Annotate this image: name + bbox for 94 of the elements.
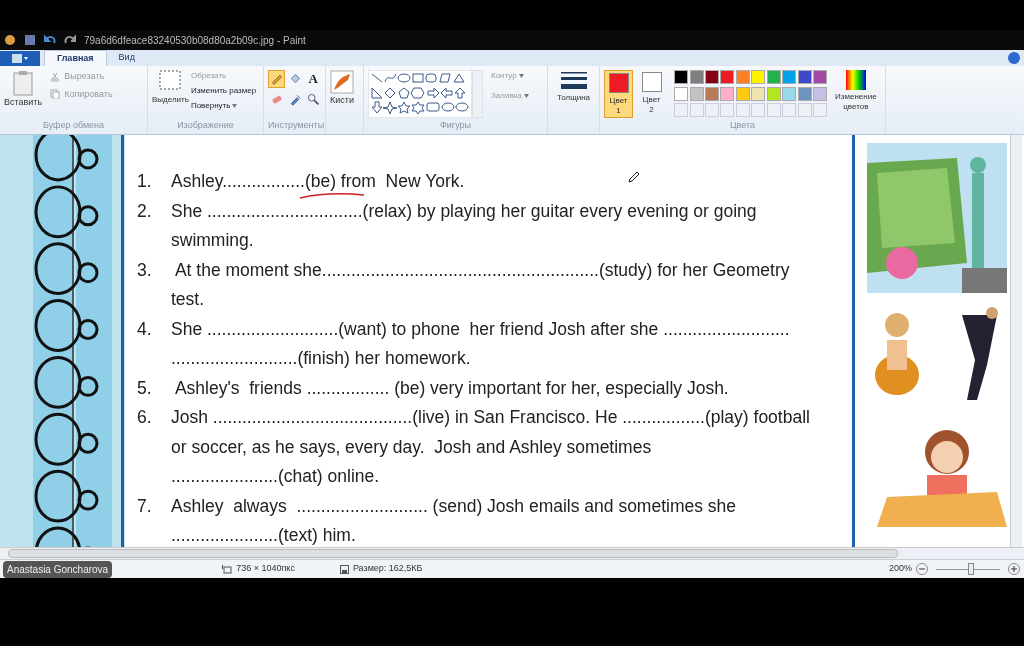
item-number: 4. — [137, 318, 153, 339]
caret-icon — [232, 104, 238, 108]
color-spectrum-icon — [845, 70, 866, 90]
clipboard-icon — [13, 70, 34, 96]
file-menu-button[interactable] — [0, 51, 40, 66]
palette-swatch[interactable] — [751, 86, 766, 101]
copy-icon — [50, 89, 61, 100]
palette-swatch[interactable] — [705, 70, 719, 84]
exercise-line: ......................(text) him. — [171, 525, 356, 545]
save-icon[interactable] — [24, 34, 36, 46]
canvas-size-icon — [222, 564, 233, 574]
palette-swatch[interactable] — [782, 86, 797, 101]
exercise-line: She ...........................(want) to phone her friend Josh after she .......................... — [171, 318, 790, 339]
exercise-line: Ashley always ........................... (send) Josh emails and sometimes she — [171, 495, 737, 516]
zoom-out-button[interactable] — [916, 563, 928, 575]
select-button[interactable]: Выделить — [152, 70, 189, 112]
palette-swatch[interactable] — [782, 70, 797, 84]
image-dimensions: 736 × 1040пкс — [236, 562, 295, 576]
zoom-percent: 200% — [888, 562, 912, 576]
text-tool[interactable]: A — [304, 70, 322, 88]
exercise-line: or soccer, as he says, every day. Josh and Ashley sometimes — [171, 436, 652, 457]
palette-swatch[interactable] — [674, 70, 689, 84]
ribbon-tab[interactable]: Главная — [44, 50, 107, 66]
palette-swatch[interactable] — [689, 86, 704, 101]
exercise-line: ..........................(finish) her homework. — [171, 348, 471, 368]
palette-swatch[interactable] — [720, 86, 735, 101]
palette-swatch[interactable] — [735, 70, 750, 84]
empty-swatch[interactable] — [705, 103, 719, 118]
file-size: Размер: 162,5КБ — [352, 562, 423, 576]
thickness-button[interactable]: Толщина — [552, 70, 595, 104]
zoom-slider[interactable] — [936, 563, 1000, 575]
item-number: 3. — [137, 259, 153, 280]
undo-icon[interactable] — [44, 34, 56, 46]
palette-swatch[interactable] — [689, 70, 704, 84]
caret-icon — [518, 74, 524, 78]
item-number: 6. — [137, 407, 153, 427]
palette-swatch[interactable] — [735, 86, 750, 101]
brush-icon — [330, 70, 354, 94]
zoom-slider-thumb[interactable] — [968, 563, 975, 575]
zoom-in-button[interactable] — [1008, 563, 1020, 575]
palette-swatch[interactable] — [705, 86, 719, 101]
pencil-cursor-icon — [628, 171, 640, 183]
redo-icon[interactable] — [64, 34, 76, 46]
window-title: 79a6d6dfeace83240530b08d80a2b09c.jpg - Paint — [84, 33, 306, 48]
palette-swatch[interactable] — [766, 70, 781, 84]
exercise-line: Josh .........................................(live) in San Francisco. He .................(play) football — [171, 407, 810, 427]
pencil-icon — [269, 72, 284, 86]
palette-swatch[interactable] — [674, 86, 689, 101]
item-number: 7. — [137, 495, 153, 516]
item-number: 2. — [137, 200, 153, 221]
exercise-line: test. — [171, 289, 205, 309]
menu-icon — [12, 54, 28, 63]
palette-swatch[interactable] — [751, 70, 766, 84]
item-number: 5. — [137, 377, 153, 398]
exercise-line: At the moment she.........................................................(study) for her Geometry — [173, 259, 790, 280]
help-icon[interactable] — [1008, 52, 1020, 64]
participant-name-label: Anastasia Goncharova — [3, 560, 113, 578]
exercise-line: Ashley.................(be) from New York. — [171, 171, 465, 191]
palette-swatch[interactable] — [797, 86, 812, 101]
magnifier-icon — [306, 92, 321, 106]
item-number: 1. — [137, 171, 153, 191]
paint-icon — [4, 34, 16, 46]
line-thickness-icon — [560, 70, 587, 92]
palette-swatch[interactable] — [797, 70, 812, 84]
hand-drawn-underline — [298, 192, 366, 199]
rotate-button[interactable]: Повернуть — [190, 100, 257, 112]
caret-icon — [523, 94, 529, 98]
scissors-icon — [50, 71, 61, 82]
exercise-line: ......................(chat) online. — [171, 466, 380, 486]
edit-colors-button[interactable]: Изменение цветов — [830, 70, 881, 118]
group-label: Буфер обмена — [41, 118, 106, 132]
palette-swatch[interactable] — [766, 86, 781, 101]
shapes-gallery-drawing[interactable] — [368, 70, 483, 118]
pencil-tool[interactable] — [268, 70, 285, 88]
palette-swatch[interactable] — [813, 70, 828, 84]
palette-swatch[interactable] — [720, 70, 735, 84]
exercise-line: She ................................(relax) by playing her guitar every evening or going — [171, 200, 757, 221]
group-label: Изображение — [176, 118, 235, 132]
resize-button[interactable]: Изменить размер — [190, 85, 257, 97]
paste-button[interactable]: Вставить — [4, 70, 43, 110]
selection-icon — [159, 70, 182, 90]
ribbon-tab[interactable]: Вид — [106, 50, 147, 66]
color-slot-button[interactable]: Цвет 1 — [604, 70, 634, 118]
exercise-line: swimming. — [171, 230, 254, 250]
palette-swatch[interactable] — [813, 86, 828, 101]
vertical-scrollbar[interactable] — [1010, 135, 1022, 547]
fill-icon — [287, 72, 302, 86]
exercise-line: Ashley's friends ................. (be) very important for her, especially Josh. — [173, 377, 729, 398]
group-label: Цвета — [728, 118, 757, 132]
brushes-button[interactable]: Кисти — [330, 70, 354, 108]
picker-icon — [287, 92, 302, 106]
group-label: Фигуры — [439, 118, 472, 132]
color-slot-button[interactable]: Цвет 2 — [637, 70, 667, 118]
horizontal-scrollbar[interactable] — [0, 547, 1024, 559]
